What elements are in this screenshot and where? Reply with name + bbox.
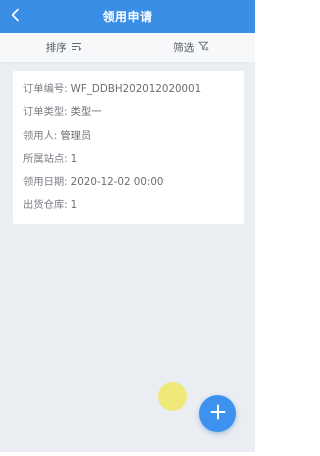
- order-number-value: WF_DDBH202012020001: [70, 83, 202, 95]
- warehouse-value: 1: [70, 199, 78, 212]
- order-number-label: 订单编号:: [23, 83, 68, 95]
- sort-icon: [67, 42, 82, 54]
- navigation-bar: 领用申请: [0, 0, 255, 33]
- filter-button[interactable]: 筛选: [128, 33, 256, 62]
- back-button[interactable]: [6, 6, 26, 26]
- recipient-value: 管理员: [60, 129, 92, 142]
- recipient-label: 领用人:: [23, 129, 58, 142]
- filter-icon: [194, 41, 209, 54]
- order-type-value: 类型一: [70, 106, 102, 119]
- filter-bar: 排序 筛选: [0, 33, 255, 63]
- add-button[interactable]: [199, 395, 236, 432]
- order-number-row: 订单编号: WF_DDBH202012020001: [23, 78, 244, 101]
- page-title: 领用申请: [102, 10, 153, 24]
- site-value: 1: [70, 152, 78, 165]
- warehouse-label: 出货仓库:: [23, 199, 68, 212]
- app-screen: 领用申请 排序 筛选 订单编号: WF_DDBH202012020001 订单类…: [0, 0, 255, 456]
- recipient-row: 领用人: 管理员: [23, 125, 244, 148]
- sort-button[interactable]: 排序: [0, 33, 128, 62]
- sort-label: 排序: [45, 42, 67, 54]
- warehouse-row: 出货仓库: 1: [23, 194, 244, 217]
- order-type-row: 订单类型: 类型一: [23, 101, 244, 124]
- filter-label: 筛选: [173, 42, 195, 54]
- bottom-edge: [0, 452, 255, 456]
- date-value: 2020-12-02 00:00: [70, 176, 164, 189]
- date-row: 领用日期: 2020-12-02 00:00: [23, 171, 244, 194]
- touch-indicator: [158, 382, 187, 411]
- order-type-label: 订单类型:: [23, 106, 68, 119]
- site-row: 所属站点: 1: [23, 148, 244, 171]
- order-card[interactable]: 订单编号: WF_DDBH202012020001 订单类型: 类型一 领用人: 管理…: [13, 71, 244, 224]
- chevron-left-icon: [10, 7, 22, 26]
- plus-icon: [210, 404, 226, 424]
- date-label: 领用日期:: [23, 176, 68, 189]
- site-label: 所属站点:: [23, 152, 68, 165]
